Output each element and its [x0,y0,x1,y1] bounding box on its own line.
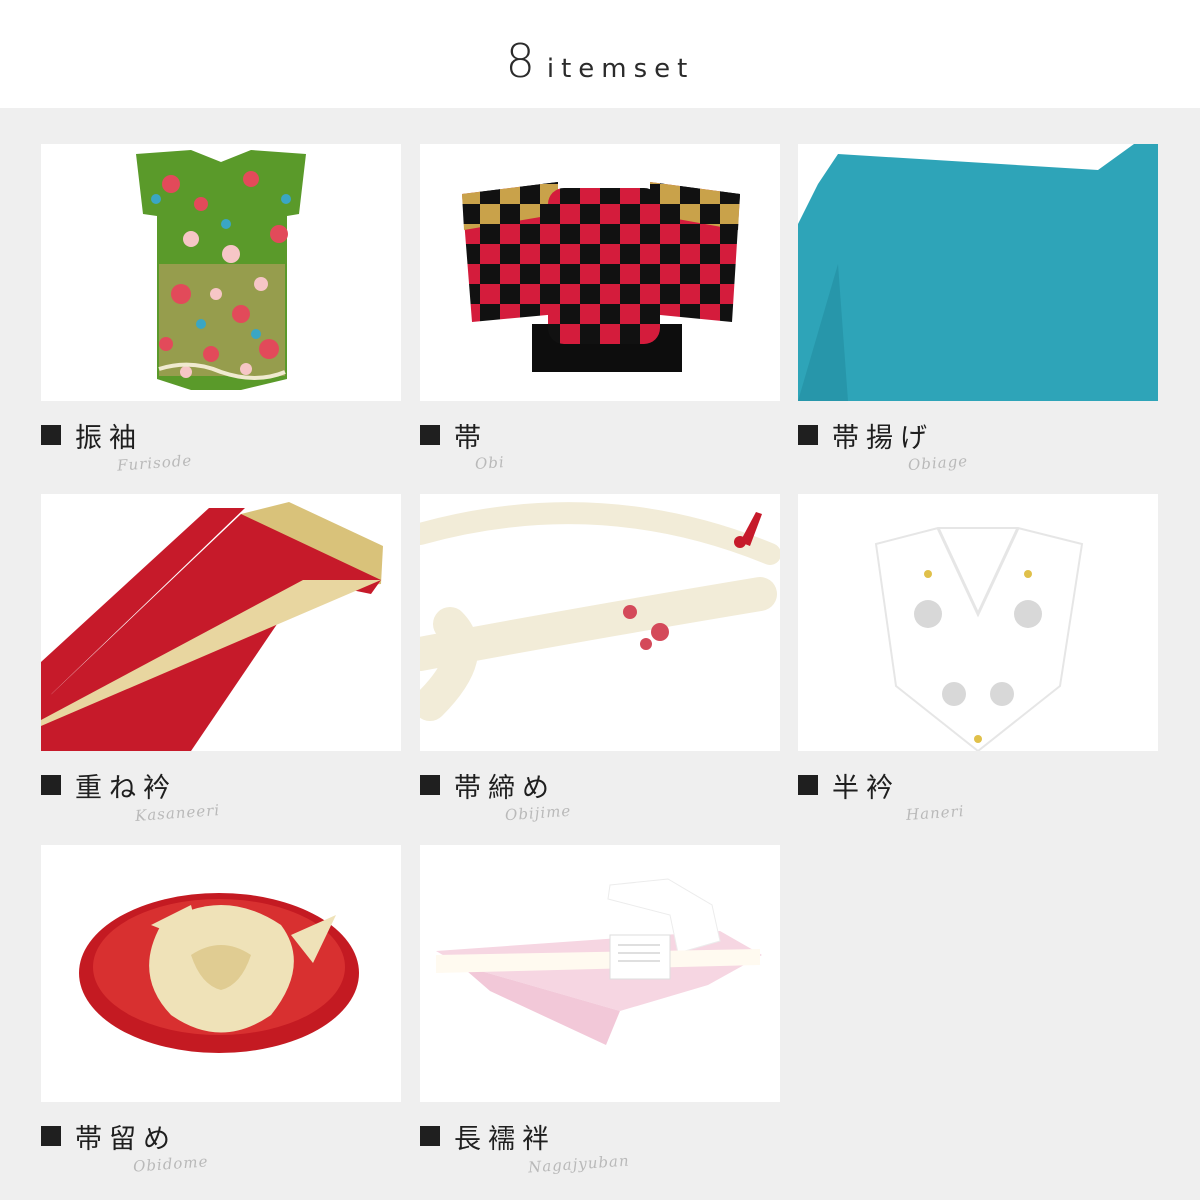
obidome-photo [41,845,401,1102]
item-name: 長襦袢 [454,1123,556,1155]
item-romaji: Kasaneeri [134,801,221,825]
title-word: itemset [546,54,695,84]
item-name: 重ね衿 [75,772,177,804]
title-number: 8 [505,34,535,88]
item-name: 帯 [454,422,488,454]
bullet-square-icon [41,425,61,445]
item-name: 帯留め [75,1123,177,1155]
item-name: 帯締め [454,772,556,804]
obi-photo [420,144,780,401]
bullet-square-icon [420,425,440,445]
bullet-square-icon [41,1126,61,1146]
item-romaji: Furisode [116,451,193,475]
bullet-square-icon [798,775,818,795]
item-romaji: Obi [474,452,506,474]
item-name: 半衿 [832,772,900,804]
item-name: 帯揚げ [832,422,934,454]
furisode-photo [41,144,401,401]
bullet-square-icon [420,775,440,795]
item-romaji: Obijime [504,801,572,825]
page-title: 8 itemset [0,34,1200,88]
item-romaji: Obidome [132,1152,209,1176]
obidome-label: 帯留め [41,1121,177,1155]
obiage-label: 帯揚げ [798,420,934,454]
kasaneeri-photo [41,494,401,751]
nagajyuban-label: 長襦袢 [420,1121,556,1155]
item-romaji: Haneri [905,801,966,825]
bullet-square-icon [41,775,61,795]
nagajyuban-photo [420,845,780,1102]
header-bar: 8 itemset [0,0,1200,108]
item-romaji: Obiage [907,451,969,475]
item-name: 振袖 [75,422,143,454]
obijime-label: 帯締め [420,770,556,804]
haneri-label: 半衿 [798,770,900,804]
haneri-photo [798,494,1158,751]
furisode-label: 振袖 [41,420,143,454]
bullet-square-icon [798,425,818,445]
bullet-square-icon [420,1126,440,1146]
obi-label: 帯 [420,420,488,454]
kasaneeri-label: 重ね衿 [41,770,177,804]
obiage-photo [798,144,1158,401]
obijime-photo [420,494,780,751]
